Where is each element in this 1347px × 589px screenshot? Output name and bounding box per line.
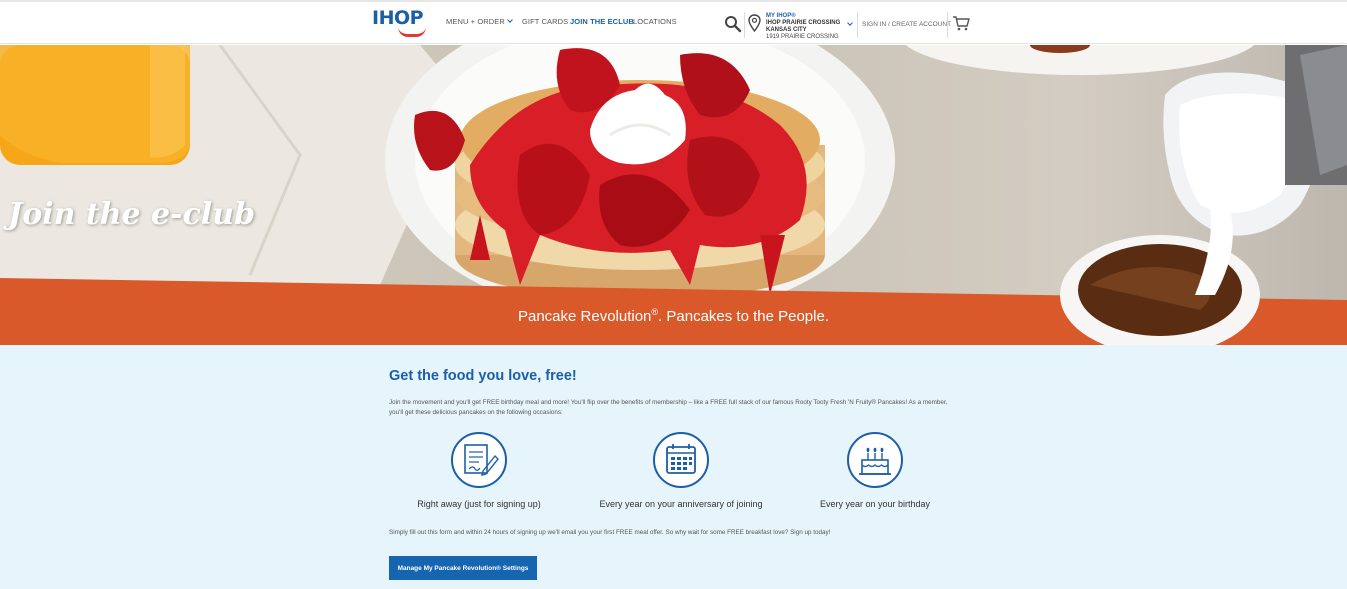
logo-text: IHOP — [372, 7, 424, 29]
site-header: IHOP MENU + ORDER GIFT CARDS JOIN THE eC… — [0, 2, 1347, 44]
banner-text-tail: . Pancakes to the People. — [658, 308, 829, 325]
ihop-logo[interactable]: IHOP — [372, 7, 430, 39]
store-city: KANSAS CITY — [766, 27, 807, 33]
manage-settings-button[interactable]: Manage My Pancake Revolution® Settings — [389, 556, 537, 580]
chevron-down-icon — [507, 17, 513, 23]
occasion-label: Every year on your birthday — [819, 499, 931, 509]
occasion-label: Right away (just for signing up) — [417, 499, 541, 509]
cart-icon[interactable] — [952, 15, 970, 31]
birthday-cake-icon — [847, 432, 903, 488]
signup-form-icon — [451, 432, 507, 488]
sign-in-link[interactable]: SIGN IN / CREATE ACCOUNT — [862, 21, 951, 28]
nav-menu-order[interactable]: MENU + ORDER — [446, 17, 513, 26]
store-name: IHOP PRAIRIE CROSSING — [766, 20, 841, 26]
calendar-icon — [653, 432, 709, 488]
nav-gift-cards[interactable]: GIFT CARDS — [522, 17, 568, 26]
eclub-content: Get the food you love, free! Join the mo… — [0, 345, 1347, 589]
nav-join-eclub[interactable]: JOIN THE eCLUB — [570, 17, 634, 26]
banner-text: Pancake Revolution®. Pancakes to the Peo… — [0, 307, 1347, 325]
nav-menu-order-label: MENU + ORDER — [446, 17, 505, 26]
banner-text-main: Pancake Revolution — [517, 308, 652, 325]
store-address: 1919 PRAIRIE CROSSING — [766, 34, 839, 40]
nav-locations[interactable]: LOCATIONS — [633, 17, 677, 26]
search-icon[interactable] — [724, 15, 742, 33]
occasion-label: Every year on your anniversary of joinin… — [599, 499, 763, 509]
hero-banner: Join the e-club Pancake Revolution®. Pan… — [0, 45, 1347, 345]
logo-smile-icon — [398, 27, 426, 37]
hero-title: Join the e-club — [8, 197, 256, 232]
location-pin-icon — [748, 14, 761, 32]
store-selector[interactable]: MY IHOP® IHOP PRAIRIE CROSSING KANSAS CI… — [766, 13, 840, 41]
header-divider — [947, 12, 948, 38]
page-heading: Get the food you love, free! — [389, 368, 577, 384]
signup-note: Simply fill out this form and within 24 … — [389, 529, 831, 536]
store-chevron-down-icon[interactable] — [847, 20, 853, 26]
intro-text: Join the movement and you'll get FREE bi… — [389, 399, 948, 416]
store-my-label: MY IHOP® — [766, 13, 796, 19]
header-divider — [744, 12, 745, 38]
header-divider — [857, 12, 858, 38]
pancake-hero-image — [0, 45, 1347, 345]
